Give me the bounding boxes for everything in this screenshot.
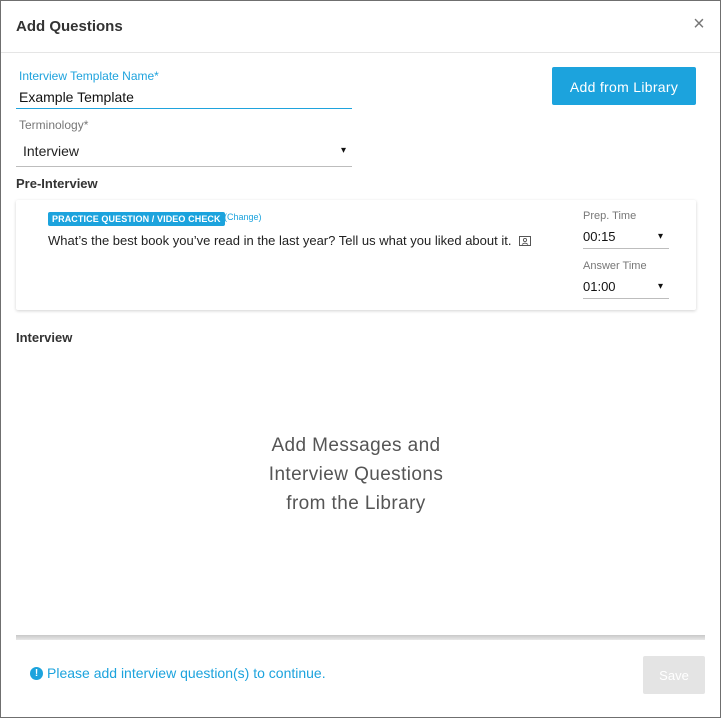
add-questions-modal: Add Questions × Interview Template Name*… [0, 0, 721, 718]
modal-title: Add Questions [16, 18, 123, 35]
template-name-label: Interview Template Name* [19, 69, 159, 83]
terminology-select[interactable]: Interview ▾ [16, 138, 352, 167]
answer-time-select[interactable]: 01:00 ▾ [583, 276, 669, 299]
practice-question-card: PRACTICE QUESTION / VIDEO CHECK (Change)… [16, 200, 696, 310]
template-name-field: Interview Template Name* [16, 69, 352, 109]
prep-time-value: 00:15 [583, 229, 616, 244]
terminology-label: Terminology* [19, 118, 89, 132]
change-question-link[interactable]: (Change) [224, 212, 262, 222]
question-text-row: What’s the best book you’ve read in the … [48, 233, 532, 248]
validation-warning-text: Please add interview question(s) to cont… [47, 665, 326, 681]
interview-empty-message: Add Messages and Interview Questions fro… [268, 435, 444, 514]
add-from-library-button[interactable]: Add from Library [552, 67, 696, 105]
terminology-value: Interview [23, 143, 80, 159]
pre-interview-heading: Pre-Interview [16, 176, 98, 191]
practice-question-badge: PRACTICE QUESTION / VIDEO CHECK [48, 212, 225, 226]
prep-time-label: Prep. Time [583, 210, 637, 222]
chevron-down-icon: ▾ [340, 145, 346, 156]
validation-warning: ! Please add interview question(s) to co… [30, 665, 326, 681]
template-name-input[interactable] [16, 86, 352, 109]
prep-time-select[interactable]: 00:15 ▾ [583, 226, 669, 249]
edit-icon[interactable] [519, 236, 532, 246]
close-icon[interactable]: × [688, 13, 710, 35]
alert-icon: ! [30, 666, 43, 680]
answer-time-value: 01:00 [583, 279, 616, 294]
chevron-down-icon: ▾ [657, 231, 663, 242]
footer-divider [16, 635, 705, 640]
chevron-down-icon: ▾ [657, 281, 663, 292]
modal-header: Add Questions × [1, 1, 720, 53]
save-button[interactable]: Save [643, 656, 705, 694]
answer-time-field: Answer Time 01:00 ▾ [583, 260, 669, 299]
interview-heading: Interview [16, 330, 73, 345]
answer-time-label: Answer Time [583, 260, 647, 272]
question-text: What’s the best book you’ve read in the … [48, 233, 512, 248]
prep-time-field: Prep. Time 00:15 ▾ [583, 210, 669, 249]
terminology-field: Terminology* Interview ▾ [16, 118, 352, 167]
